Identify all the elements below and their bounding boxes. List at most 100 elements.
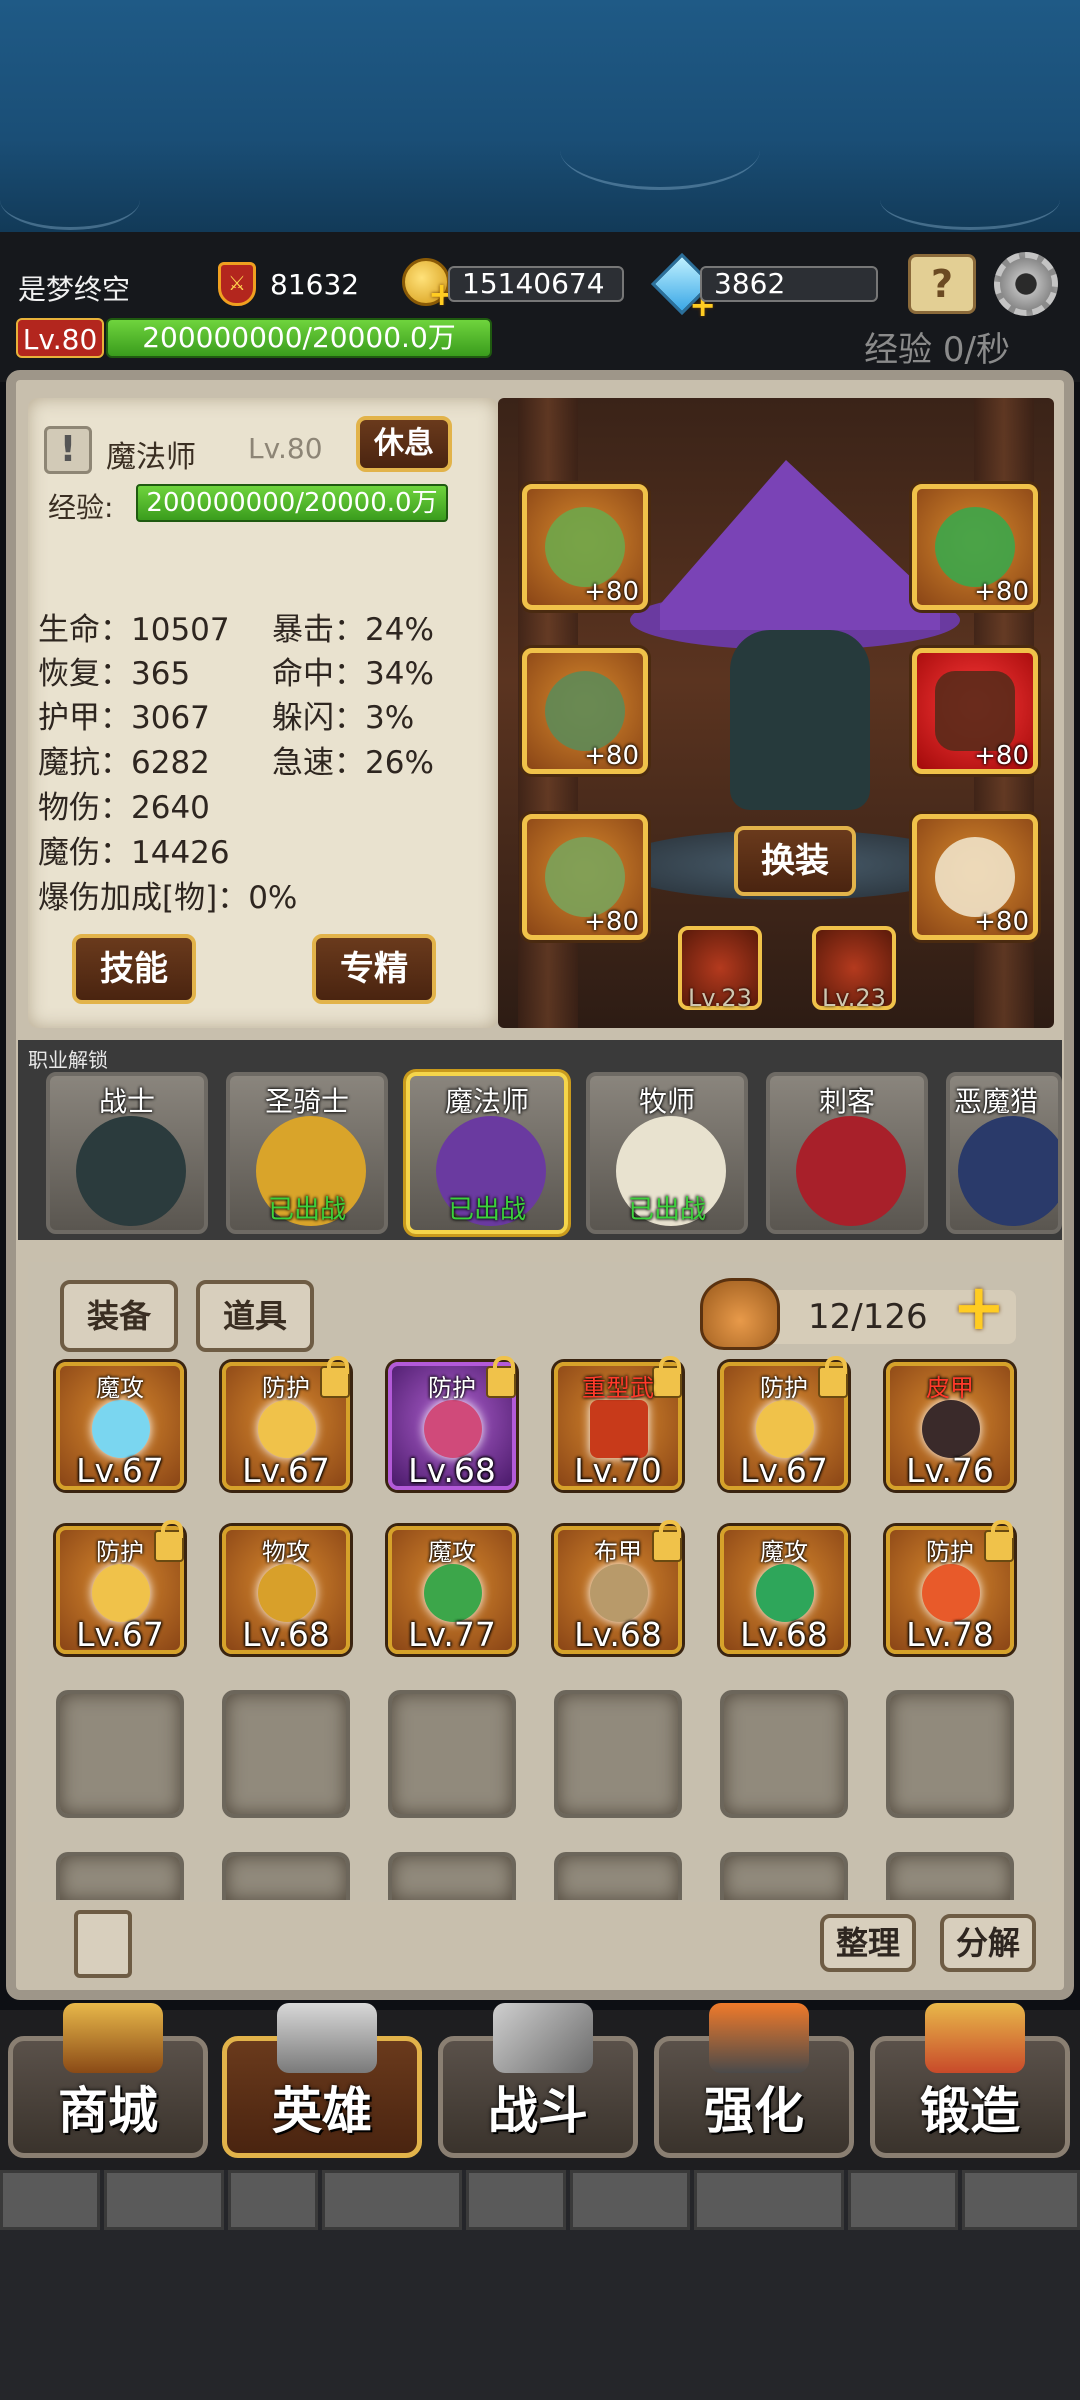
inventory-item[interactable]: 防护 Lv.67 — [720, 1356, 848, 1490]
hat-icon — [545, 507, 625, 587]
inventory-item[interactable]: 防护 Lv.78 — [886, 1520, 1014, 1654]
treasure-chest-icon — [63, 2003, 163, 2073]
tab-items[interactable]: 道具 — [196, 1280, 314, 1352]
tab-equipment[interactable]: 装备 — [60, 1280, 178, 1352]
empty-inventory-slot[interactable] — [886, 1852, 1014, 1900]
hero-body — [730, 630, 870, 810]
hero-character — [630, 460, 960, 810]
item-tag: 防护 — [428, 1374, 476, 1402]
stat-dodge: 躲闪：3% — [272, 700, 415, 736]
assassin-portrait-icon — [796, 1116, 906, 1226]
hero-class-name: 魔法师 — [106, 440, 196, 475]
gem-level: Lv.23 — [822, 984, 886, 1012]
floor-stone — [0, 2170, 100, 2230]
inventory-item[interactable]: 防护 Lv.68 — [388, 1356, 516, 1490]
stat-haste: 急速：26% — [272, 745, 434, 781]
skill-button[interactable]: 技能 — [72, 934, 196, 1004]
class-card-mage[interactable]: 魔法师 已出战 — [406, 1072, 568, 1234]
help-book-icon[interactable]: ? — [908, 254, 976, 314]
equip-slot-ring[interactable]: +80 — [912, 814, 1038, 940]
empty-inventory-slot[interactable] — [554, 1690, 682, 1818]
defense-gear-icon — [756, 1400, 814, 1458]
add-capacity-icon[interactable]: + — [952, 1276, 1028, 1346]
empty-inventory-slot[interactable] — [886, 1690, 1014, 1818]
inventory-item[interactable]: 皮甲 Lv.76 — [886, 1362, 1014, 1490]
class-name: 恶魔猎 — [954, 1085, 1039, 1118]
empty-inventory-slot[interactable] — [388, 1852, 516, 1900]
specialty-button[interactable]: 专精 — [312, 934, 436, 1004]
empty-inventory-slot[interactable] — [222, 1690, 350, 1818]
defense-gear-icon — [92, 1564, 150, 1622]
equip-slot-amulet[interactable]: +80 — [912, 484, 1038, 610]
magic-attack-gear-icon — [424, 1564, 482, 1622]
exp-rate-text: 经验 0/秒 — [864, 330, 1010, 370]
item-level: Lv.68 — [242, 1615, 330, 1654]
item-tag: 魔攻 — [428, 1538, 476, 1566]
inventory-item[interactable]: 物攻 Lv.68 — [222, 1526, 350, 1654]
inventory-item[interactable]: 重型武 Lv.70 — [554, 1356, 682, 1490]
item-level: Lv.68 — [574, 1615, 662, 1654]
item-tag: 防护 — [760, 1374, 808, 1402]
inventory-item[interactable]: 魔攻 Lv.77 — [388, 1526, 516, 1654]
nav-shop[interactable]: 商城 — [8, 2003, 208, 2158]
empty-inventory-slot[interactable] — [554, 1852, 682, 1900]
nav-enhance[interactable]: 强化 — [654, 2003, 854, 2158]
class-card-assassin[interactable]: 刺客 — [766, 1072, 928, 1234]
player-exp-bar: 200000000/20000.0万 — [106, 318, 492, 358]
floor-stone — [570, 2170, 690, 2230]
empty-inventory-slot[interactable] — [56, 1852, 184, 1900]
item-level: Lv.67 — [740, 1451, 828, 1490]
stat-magic-damage: 魔伤：14426 — [38, 835, 230, 871]
item-tag: 皮甲 — [926, 1374, 974, 1402]
power-shield-icon: ⚔ — [218, 262, 256, 306]
slot-level: +80 — [584, 577, 639, 607]
equip-slot-boots[interactable]: +80 — [522, 814, 648, 940]
rest-button[interactable]: 休息 — [356, 416, 452, 472]
wave-decoration — [560, 110, 760, 190]
empty-inventory-slot[interactable] — [56, 1690, 184, 1818]
leather-armor-icon — [922, 1400, 980, 1458]
equip-slot-hat[interactable]: +80 — [522, 484, 648, 610]
inventory-item[interactable]: 魔攻 Lv.68 — [720, 1526, 848, 1654]
game-screen: 是梦终空 ⚔ 81632 15140674 + 3862 ? Lv.80 200… — [0, 0, 1080, 2400]
power-display: ⚔ 81632 — [218, 262, 359, 306]
gem-slot-left[interactable]: Lv.23 — [678, 926, 762, 1012]
nav-battle[interactable]: 战斗 — [438, 2003, 638, 2158]
demon-hunter-portrait-icon — [958, 1116, 1058, 1226]
class-name: 战士 — [98, 1085, 155, 1118]
gold-display[interactable] — [402, 258, 455, 313]
empty-inventory-slot[interactable] — [388, 1690, 516, 1818]
inventory-item[interactable]: 防护 Lv.67 — [56, 1520, 184, 1654]
exclamation-icon[interactable]: ! — [44, 426, 92, 474]
gold-value: 15140674 — [448, 266, 624, 302]
change-outfit-button[interactable]: 换装 — [734, 826, 856, 896]
nav-forge[interactable]: 锻造 — [870, 2003, 1070, 2158]
class-card-paladin[interactable]: 圣骑士 已出战 — [226, 1072, 388, 1234]
floor-stone — [694, 2170, 844, 2230]
empty-inventory-slot[interactable] — [222, 1852, 350, 1900]
gem-slot-right[interactable]: Lv.23 — [812, 926, 896, 1012]
item-level: Lv.68 — [408, 1451, 496, 1490]
floor-stone — [466, 2170, 566, 2230]
inventory-item[interactable]: 布甲 Lv.68 — [554, 1520, 682, 1654]
class-card-priest[interactable]: 牧师 已出战 — [586, 1072, 748, 1234]
inventory-item[interactable]: 防护 Lv.67 — [222, 1356, 350, 1490]
equip-slot-armor[interactable]: +80 — [522, 648, 648, 774]
empty-inventory-slot[interactable] — [720, 1690, 848, 1818]
inventory-item[interactable]: 魔攻 Lv.67 — [56, 1362, 184, 1490]
nav-hero[interactable]: 英雄 — [222, 2003, 422, 2158]
settings-gear-icon[interactable] — [994, 252, 1058, 316]
nav-label: 锻造 — [920, 2082, 1020, 2140]
decompose-button[interactable]: 分解 — [940, 1914, 1036, 1972]
class-card-warrior[interactable]: 战士 — [46, 1072, 208, 1234]
class-card-demon-hunter[interactable]: 恶魔猎 — [946, 1072, 1062, 1234]
equip-slot-staff[interactable]: +80 — [912, 648, 1038, 774]
empty-inventory-slot[interactable] — [720, 1852, 848, 1900]
sort-button[interactable]: 整理 — [820, 1914, 916, 1972]
player-name: 是梦终空 — [18, 273, 131, 306]
class-unlock-title: 职业解锁 — [28, 1048, 108, 1072]
magic-attack-gear-icon — [756, 1564, 814, 1622]
class-status: 已出战 — [627, 1195, 706, 1225]
cloth-armor-icon — [590, 1564, 648, 1622]
codex-book-icon[interactable] — [74, 1910, 132, 1978]
